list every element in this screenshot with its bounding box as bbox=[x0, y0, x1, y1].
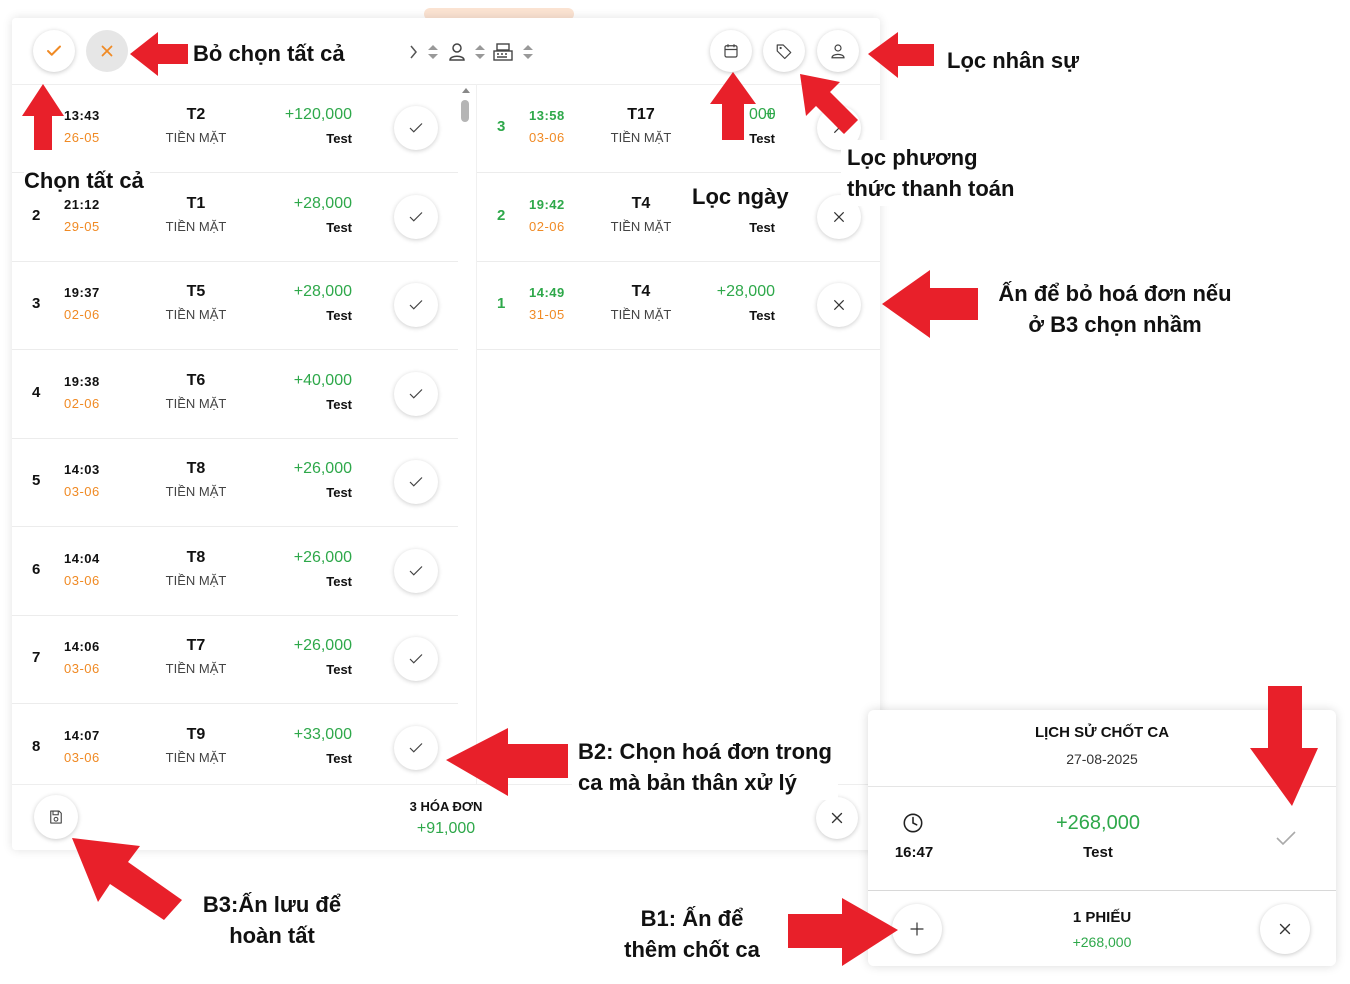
arrow-filter-payment bbox=[800, 74, 858, 134]
arrow-filter-date bbox=[710, 72, 756, 140]
arrow-step-3 bbox=[72, 838, 182, 920]
arrow-select-all bbox=[22, 84, 64, 150]
arrow-history-check bbox=[1250, 686, 1318, 806]
annotation-arrows bbox=[22, 32, 1318, 966]
arrow-filter-staff bbox=[868, 32, 934, 78]
arrow-deselect bbox=[130, 32, 188, 76]
arrow-step-1 bbox=[788, 898, 898, 966]
arrow-step-2 bbox=[446, 728, 568, 796]
arrow-remove-invoice bbox=[882, 270, 978, 338]
